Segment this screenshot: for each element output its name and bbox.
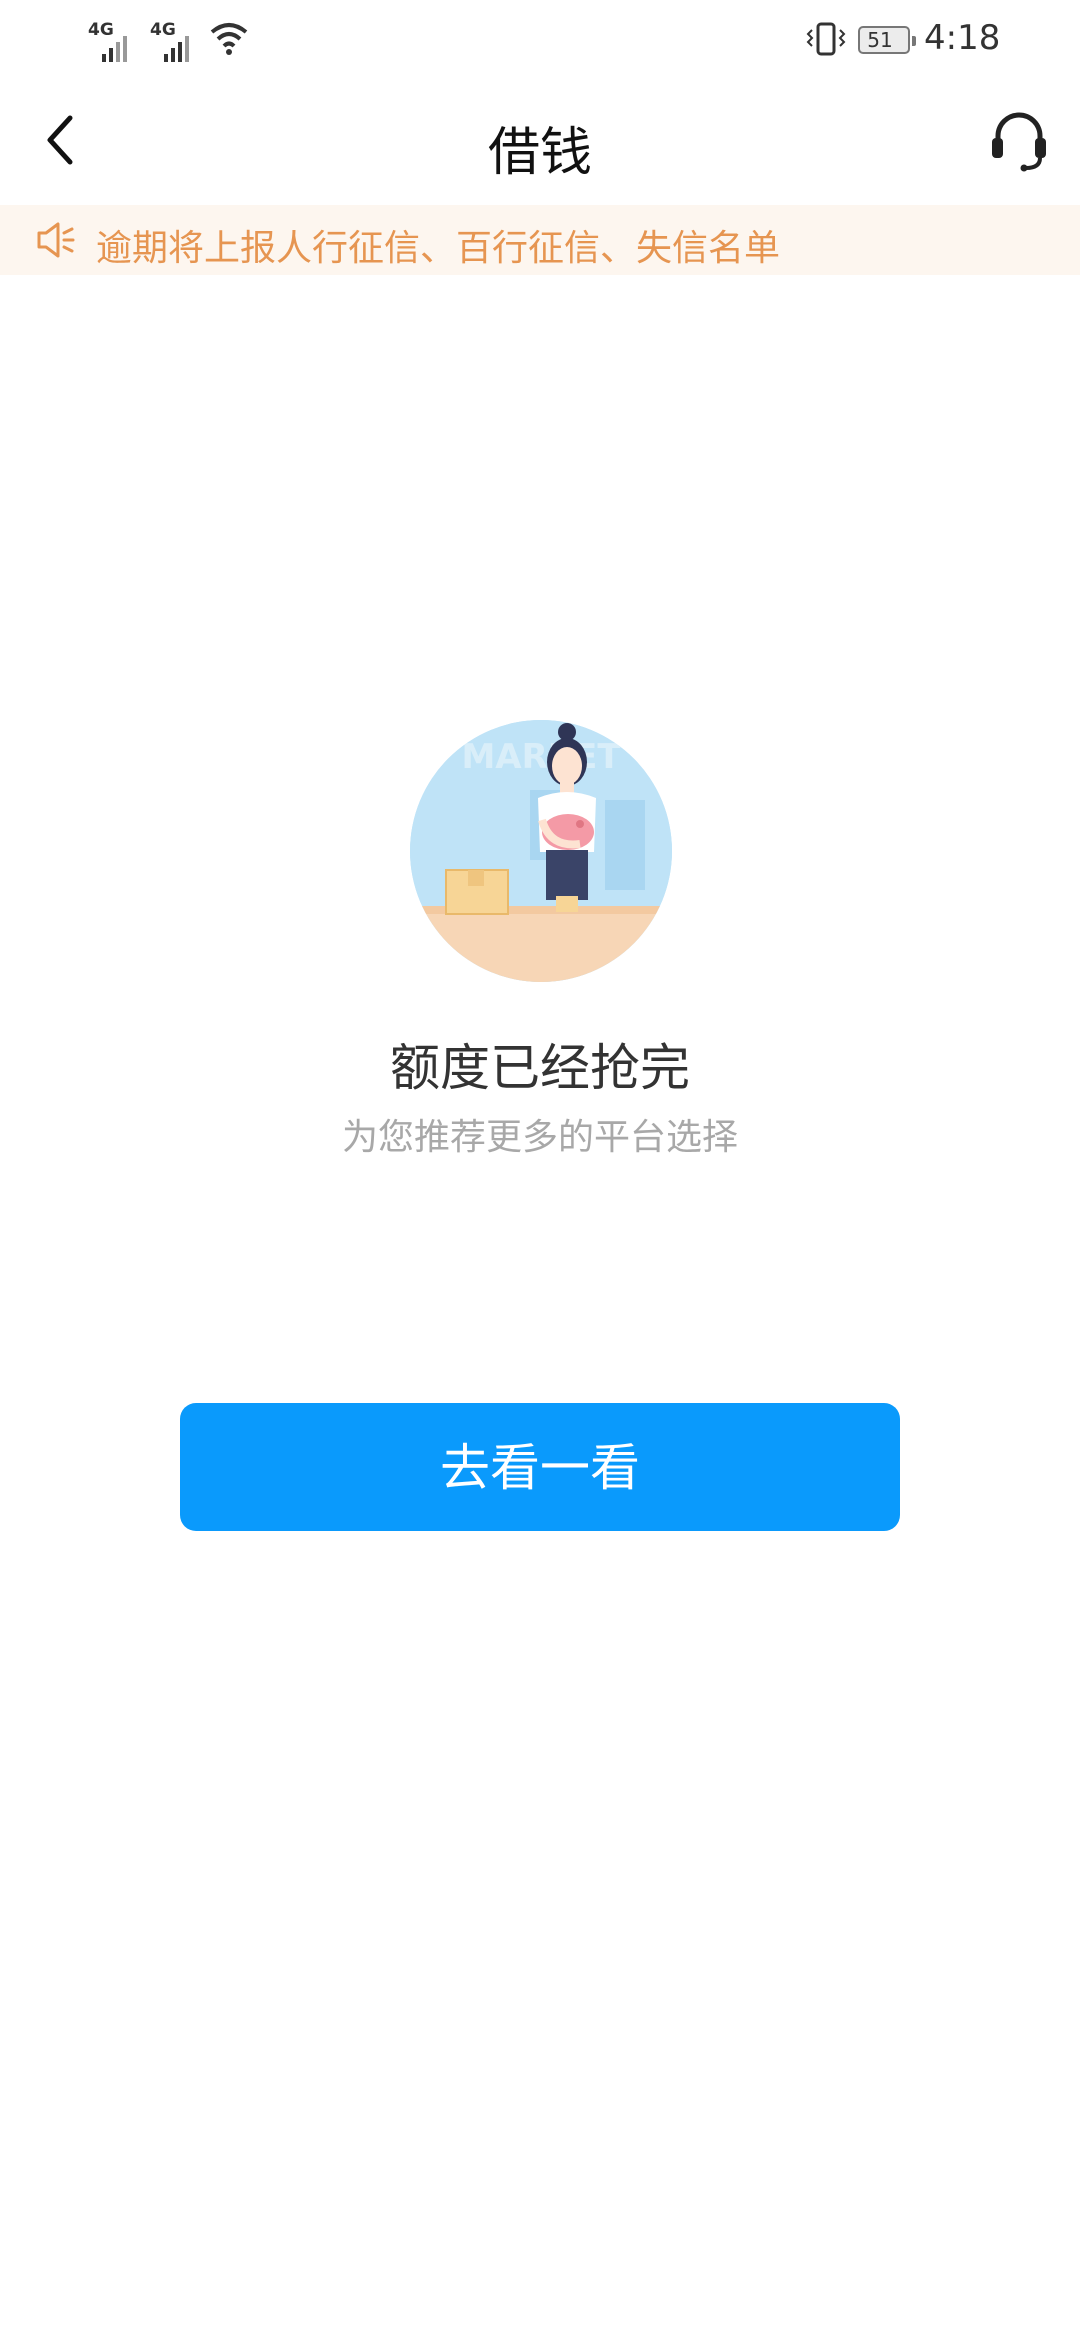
go-look-button[interactable]: 去看一看 bbox=[180, 1403, 900, 1531]
notice-text: 逾期将上报人行征信、百行征信、失信名单 bbox=[96, 228, 781, 269]
battery-icon: 51 bbox=[858, 26, 916, 54]
vibrate-icon bbox=[806, 22, 846, 56]
app-header: 借钱 bbox=[0, 80, 1080, 205]
battery-level: 51 bbox=[867, 28, 893, 52]
customer-service-button[interactable] bbox=[986, 108, 1052, 174]
wifi-icon bbox=[210, 23, 248, 55]
page-title: 借钱 bbox=[487, 123, 592, 183]
empty-state-title: 额度已经抢完 bbox=[390, 1039, 690, 1097]
status-time: 4:18 bbox=[924, 18, 1001, 58]
speaker-icon bbox=[37, 222, 75, 258]
market-sign-text: MARKET bbox=[461, 737, 621, 777]
status-bar: 4G 4G 51 4:18 bbox=[0, 0, 1080, 80]
notice-bar: 逾期将上报人行征信、百行征信、失信名单 bbox=[0, 205, 1080, 275]
empty-state-illustration: MARKET bbox=[410, 720, 672, 982]
headset-icon bbox=[992, 112, 1046, 172]
empty-state-subtitle: 为您推荐更多的平台选择 bbox=[341, 1117, 738, 1158]
